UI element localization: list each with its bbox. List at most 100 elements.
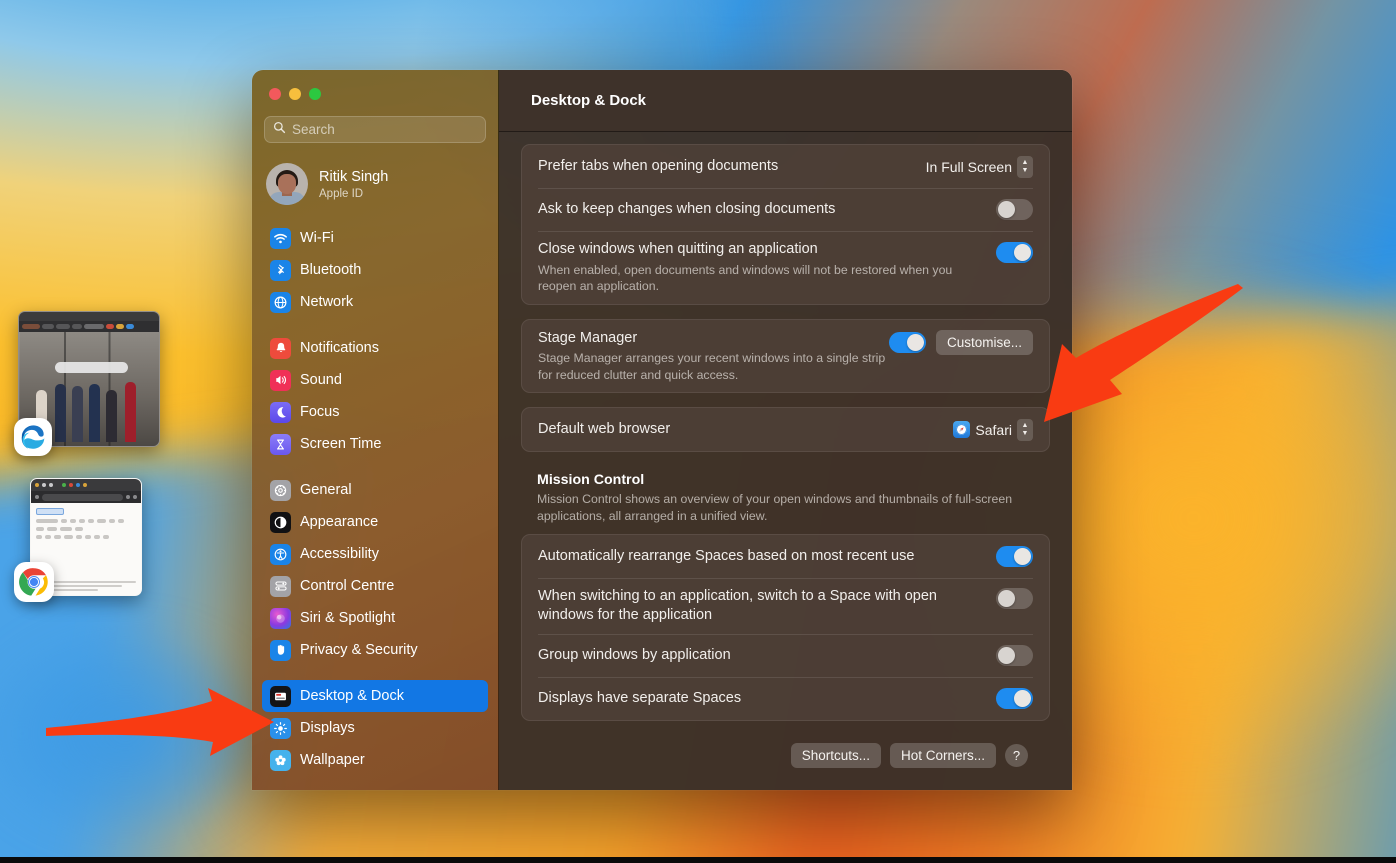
- sidebar-item-sound[interactable]: Sound: [262, 364, 488, 396]
- sidebar-item-displays[interactable]: Displays: [262, 712, 488, 744]
- prefer-tabs-popup[interactable]: In Full Screen ▲ ▼: [925, 155, 1033, 178]
- close-windows-row[interactable]: Close windows when quitting an applicati…: [522, 231, 1049, 304]
- shortcuts-button[interactable]: Shortcuts...: [790, 742, 881, 768]
- privacy-hand-icon: [270, 639, 291, 661]
- footer-button-bar: Shortcuts... Hot Corners... ?: [521, 735, 1050, 768]
- settings-sidebar: Ritik Singh Apple ID: [252, 70, 499, 790]
- sidebar-nav-list: Wi-Fi Bluetooth Network Notifications So…: [252, 222, 498, 776]
- ask-keep-changes-toggle[interactable]: [996, 199, 1033, 220]
- sidebar-item-label: Network: [300, 294, 354, 310]
- sidebar-item-focus[interactable]: Focus: [262, 396, 488, 428]
- google-chrome-icon[interactable]: [14, 562, 54, 602]
- row-label: Close windows when quitting an applicati…: [538, 241, 818, 257]
- row-label: Prefer tabs when opening documents: [538, 158, 779, 175]
- network-globe-icon: [270, 291, 291, 313]
- row-description: Stage Manager arranges your recent windo…: [538, 351, 886, 382]
- apple-id-account-row[interactable]: Ritik Singh Apple ID: [266, 159, 486, 209]
- separate-spaces-row[interactable]: Displays have separate Spaces: [522, 676, 1049, 720]
- customise-button[interactable]: Customise...: [935, 329, 1033, 355]
- prefer-tabs-row[interactable]: Prefer tabs when opening documents In Fu…: [522, 145, 1049, 188]
- hot-corners-button[interactable]: Hot Corners...: [889, 742, 996, 768]
- popup-value: In Full Screen: [925, 158, 1012, 175]
- close-button[interactable]: [269, 88, 281, 100]
- account-name: Ritik Singh: [319, 169, 389, 186]
- sidebar-item-screen-time[interactable]: Screen Time: [262, 428, 488, 460]
- help-button[interactable]: ?: [1005, 743, 1028, 767]
- wifi-icon: [270, 227, 291, 249]
- sidebar-item-notifications[interactable]: Notifications: [262, 332, 488, 364]
- speaker-icon: [270, 369, 291, 391]
- mission-control-section-header: Mission Control Mission Control shows an…: [521, 466, 1050, 534]
- switch-to-space-toggle[interactable]: [996, 588, 1033, 610]
- maximize-button[interactable]: [309, 88, 321, 100]
- row-label: When switching to an application, switch…: [538, 588, 937, 624]
- thumbnail-addressbar: [31, 491, 141, 503]
- avatar: [266, 163, 308, 205]
- close-windows-toggle[interactable]: [996, 242, 1033, 263]
- default-browser-popup[interactable]: Safari ▲ ▼: [953, 418, 1033, 441]
- sidebar-item-label: Screen Time: [300, 436, 382, 452]
- search-input[interactable]: [292, 122, 477, 137]
- windows-settings-card: Prefer tabs when opening documents In Fu…: [521, 144, 1050, 305]
- sidebar-item-label: Desktop & Dock: [300, 688, 404, 704]
- sidebar-item-label: Siri & Spotlight: [300, 610, 396, 626]
- ask-keep-changes-row[interactable]: Ask to keep changes when closing documen…: [522, 188, 1049, 231]
- appearance-contrast-icon: [270, 511, 291, 533]
- row-description: When enabled, open documents and windows…: [538, 262, 953, 294]
- toolbar-pill: [116, 324, 124, 329]
- stage-manager-row[interactable]: Stage Manager Stage Manager arranges you…: [522, 320, 1049, 393]
- sidebar-item-label: Control Centre: [300, 578, 395, 594]
- mission-control-card: Automatically rearrange Spaces based on …: [521, 534, 1050, 721]
- row-label: Displays have separate Spaces: [538, 690, 742, 707]
- section-title: Mission Control: [537, 472, 645, 489]
- account-subtitle: Apple ID: [319, 187, 364, 200]
- sidebar-item-siri-and-spotlight[interactable]: Siri & Spotlight: [262, 602, 488, 634]
- stage-manager-toggle[interactable]: [888, 331, 926, 353]
- screen-bottom-edge: [0, 857, 1396, 863]
- row-label: Group windows by application: [538, 647, 731, 664]
- page-title: Desktop & Dock: [531, 92, 647, 109]
- sidebar-item-wi-fi[interactable]: Wi-Fi: [262, 222, 488, 254]
- control-centre-icon: [270, 575, 291, 597]
- sidebar-item-label: Appearance: [300, 514, 379, 530]
- row-label: Ask to keep changes when closing documen…: [538, 201, 836, 218]
- thumbnail-toolbar: [19, 321, 159, 332]
- brightness-icon: [270, 717, 291, 739]
- search-field[interactable]: [264, 116, 486, 143]
- accessibility-icon: [270, 543, 291, 565]
- sidebar-item-control-centre[interactable]: Control Centre: [262, 570, 488, 602]
- separate-spaces-toggle[interactable]: [996, 687, 1033, 709]
- auto-rearrange-spaces-toggle[interactable]: [996, 546, 1033, 568]
- sidebar-item-privacy-and-security[interactable]: Privacy & Security: [262, 634, 488, 666]
- sidebar-item-accessibility[interactable]: Accessibility: [262, 538, 488, 570]
- auto-rearrange-spaces-row[interactable]: Automatically rearrange Spaces based on …: [522, 535, 1049, 578]
- sidebar-item-wallpaper[interactable]: Wallpaper: [262, 744, 488, 776]
- chevron-up-down-icon[interactable]: ▲ ▼: [1017, 155, 1033, 178]
- microsoft-edge-icon[interactable]: [14, 418, 52, 456]
- group-windows-toggle[interactable]: [996, 644, 1033, 666]
- stage-manager-card: Stage Manager Stage Manager arranges you…: [521, 318, 1050, 394]
- toolbar-pill: [126, 324, 134, 329]
- sidebar-item-label: General: [300, 482, 352, 498]
- nav-group-alerts: Notifications Sound Focus Screen Time: [252, 332, 498, 460]
- sidebar-item-general[interactable]: General: [262, 474, 488, 506]
- default-browser-row[interactable]: Default web browser Safari ▲ ▼: [522, 408, 1049, 451]
- sidebar-item-bluetooth[interactable]: Bluetooth: [262, 254, 488, 286]
- toolbar-pill: [22, 324, 40, 329]
- wallpaper-layer-bottom-left-blue: [0, 621, 280, 846]
- group-windows-row[interactable]: Group windows by application: [522, 633, 1049, 677]
- system-settings-window: Ritik Singh Apple ID: [252, 70, 1072, 790]
- gear-icon: [270, 479, 291, 501]
- sidebar-item-label: Privacy & Security: [300, 642, 418, 658]
- sidebar-item-label: Wi-Fi: [300, 230, 334, 246]
- sidebar-item-appearance[interactable]: Appearance: [262, 506, 488, 538]
- sidebar-item-network[interactable]: Network: [262, 286, 488, 318]
- thumbnail-tabbar: [31, 479, 141, 491]
- toolbar-pill: [106, 324, 114, 329]
- minimize-button[interactable]: [289, 88, 301, 100]
- switch-to-space-row[interactable]: When switching to an application, switch…: [522, 578, 1049, 634]
- chevron-up-down-icon[interactable]: ▲ ▼: [1017, 418, 1033, 441]
- bell-icon: [270, 337, 291, 359]
- search-icon: [273, 121, 286, 139]
- sidebar-item-desktop-and-dock[interactable]: Desktop & Dock: [262, 680, 488, 712]
